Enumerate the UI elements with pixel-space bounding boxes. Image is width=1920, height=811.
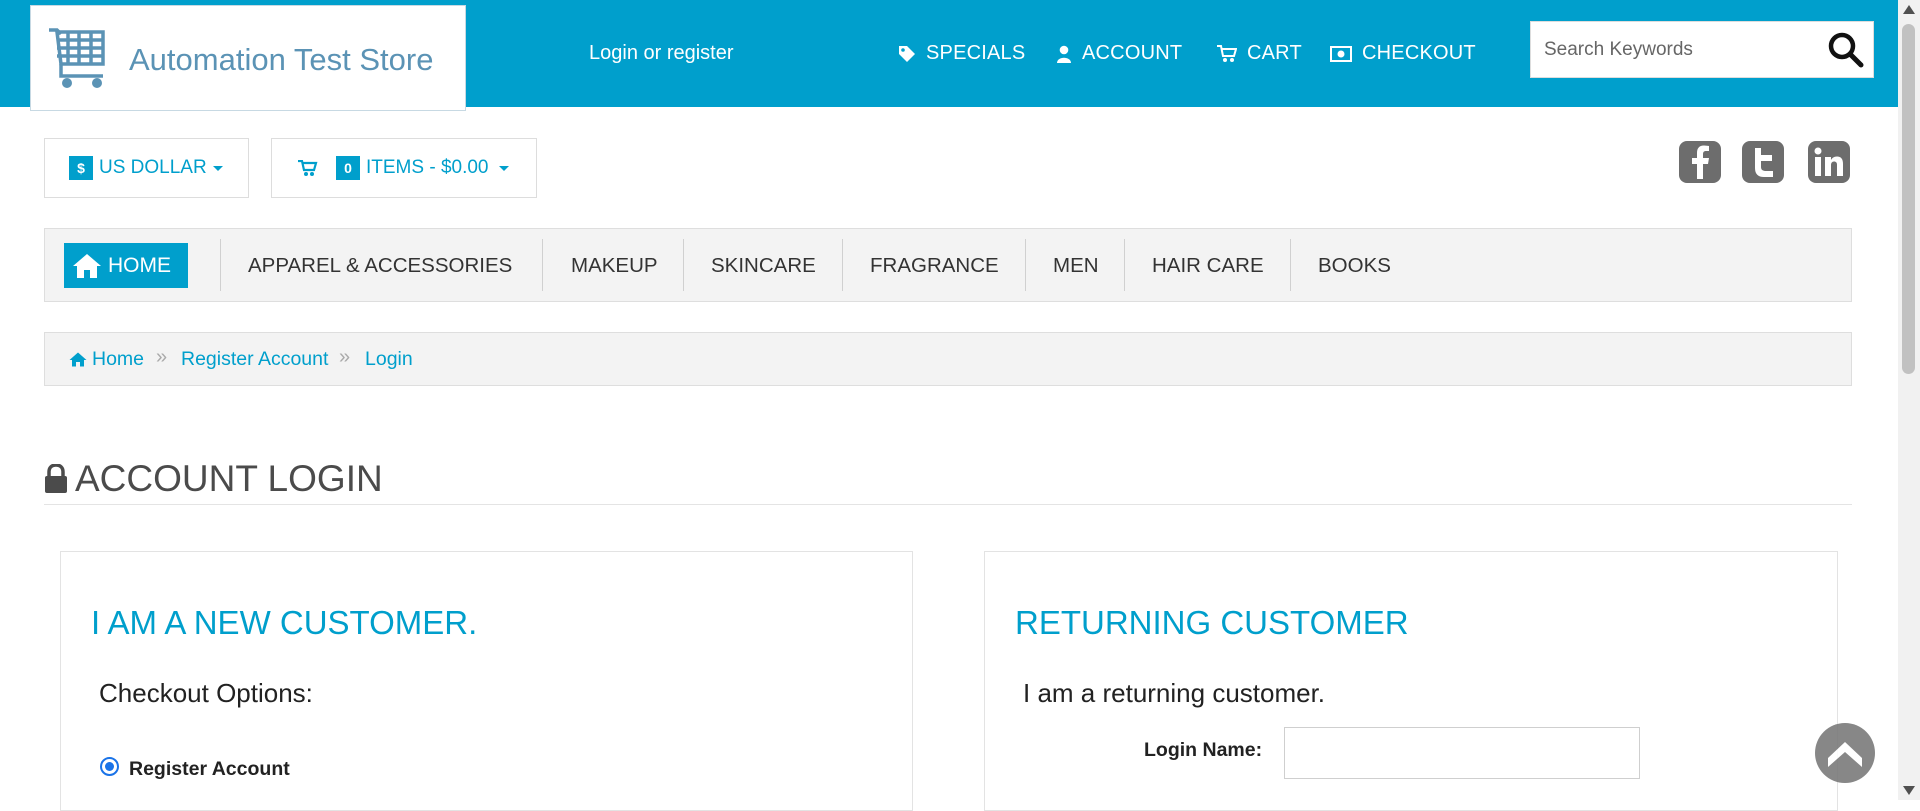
- checkout-options-label: Checkout Options:: [99, 678, 313, 708]
- new-customer-title: I AM A NEW CUSTOMER.: [91, 604, 478, 641]
- category-divider: [842, 239, 843, 291]
- chevron-up-icon: [1828, 742, 1862, 767]
- scrollbar-thumb[interactable]: [1902, 24, 1915, 374]
- category-men[interactable]: MEN: [1053, 254, 1099, 278]
- returning-customer-text: I am a returning customer.: [1023, 678, 1326, 708]
- chevron-down-icon: [212, 165, 223, 171]
- login-register-link[interactable]: Login or register: [589, 42, 734, 65]
- category-apparel[interactable]: APPAREL & ACCESSORIES: [248, 254, 512, 278]
- register-account-label[interactable]: Register Account: [129, 758, 290, 781]
- scroll-up-arrow-icon[interactable]: [1903, 5, 1915, 14]
- new-customer-panel: I AM A NEW CUSTOMER. Checkout Options: R…: [60, 551, 913, 811]
- breadcrumb-login[interactable]: Login: [365, 348, 413, 371]
- nav-label: ACCOUNT: [1082, 42, 1183, 64]
- breadcrumb-home[interactable]: Home: [69, 348, 144, 371]
- nav-label: CART: [1247, 42, 1302, 64]
- breadcrumb-register[interactable]: Register Account: [181, 348, 328, 371]
- divider: [44, 504, 1852, 505]
- page-title: ACCOUNT LOGIN: [44, 458, 383, 500]
- nav-specials[interactable]: SPECIALS: [898, 42, 1025, 65]
- cart-count-badge: 0: [336, 156, 360, 180]
- category-divider: [683, 239, 684, 291]
- currency-label: US DOLLAR: [99, 157, 207, 178]
- category-books[interactable]: BOOKS: [1318, 254, 1391, 278]
- chevron-right-icon: »: [156, 346, 168, 368]
- returning-customer-panel: RETURNING CUSTOMER I am a returning cust…: [984, 551, 1838, 811]
- currency-symbol: $: [69, 156, 93, 180]
- category-hair-care[interactable]: HAIR CARE: [1152, 254, 1264, 278]
- category-fragrance[interactable]: FRAGRANCE: [870, 254, 999, 278]
- twitter-icon: [1755, 148, 1773, 177]
- breadcrumb-home-label: Home: [92, 348, 145, 370]
- home-icon: [73, 253, 101, 278]
- linkedin-icon: [1814, 147, 1843, 176]
- twitter-link[interactable]: [1742, 141, 1784, 183]
- category-home-label: HOME: [108, 253, 171, 277]
- category-home[interactable]: HOME: [64, 243, 188, 288]
- lock-icon: [45, 464, 67, 493]
- nav-checkout[interactable]: CHECKOUT: [1330, 42, 1476, 65]
- search-input[interactable]: [1531, 22, 1821, 77]
- search-icon: [1828, 32, 1864, 68]
- category-divider: [1290, 239, 1291, 291]
- money-icon: [1330, 45, 1352, 62]
- user-icon: [1057, 45, 1071, 63]
- register-account-radio[interactable]: [100, 757, 119, 776]
- category-nav: HOME APPAREL & ACCESSORIES MAKEUP SKINCA…: [44, 228, 1852, 302]
- category-divider: [220, 239, 221, 291]
- scroll-down-arrow-icon[interactable]: [1903, 786, 1915, 795]
- facebook-link[interactable]: [1679, 141, 1721, 183]
- returning-customer-title: RETURNING CUSTOMER: [1015, 604, 1409, 641]
- store-name: Automation Test Store: [129, 42, 434, 77]
- category-makeup[interactable]: MAKEUP: [571, 254, 658, 278]
- nav-account[interactable]: ACCOUNT: [1056, 42, 1182, 65]
- facebook-icon: [1692, 145, 1709, 179]
- chevron-down-icon: [498, 165, 509, 171]
- cart-icon: [298, 159, 318, 176]
- login-name-input[interactable]: [1284, 727, 1640, 779]
- tag-icon: [899, 45, 915, 62]
- breadcrumb: Home » Register Account » Login: [44, 332, 1852, 386]
- logo-cart-icon: [49, 28, 105, 88]
- store-logo[interactable]: Automation Test Store: [30, 5, 466, 111]
- search-box: [1530, 21, 1874, 78]
- nav-label: CHECKOUT: [1362, 42, 1476, 64]
- page-scrollbar[interactable]: [1898, 0, 1920, 800]
- cart-icon: [1217, 44, 1237, 62]
- category-skincare[interactable]: SKINCARE: [711, 254, 816, 278]
- back-to-top-button[interactable]: [1815, 723, 1875, 783]
- cart-summary-label: ITEMS - $0.00: [366, 157, 489, 178]
- nav-label: SPECIALS: [926, 42, 1026, 64]
- category-divider: [1025, 239, 1026, 291]
- search-button[interactable]: [1827, 32, 1867, 68]
- linkedin-link[interactable]: [1808, 141, 1850, 183]
- nav-cart[interactable]: CART: [1217, 42, 1302, 65]
- category-divider: [1124, 239, 1125, 291]
- category-divider: [542, 239, 543, 291]
- home-icon: [69, 352, 87, 367]
- chevron-right-icon: »: [339, 346, 351, 368]
- cart-dropdown[interactable]: 0 ITEMS - $0.00: [271, 138, 537, 198]
- login-name-label: Login Name:: [1144, 739, 1263, 761]
- currency-dropdown[interactable]: $ US DOLLAR: [44, 138, 249, 198]
- page-title-text: ACCOUNT LOGIN: [75, 458, 383, 499]
